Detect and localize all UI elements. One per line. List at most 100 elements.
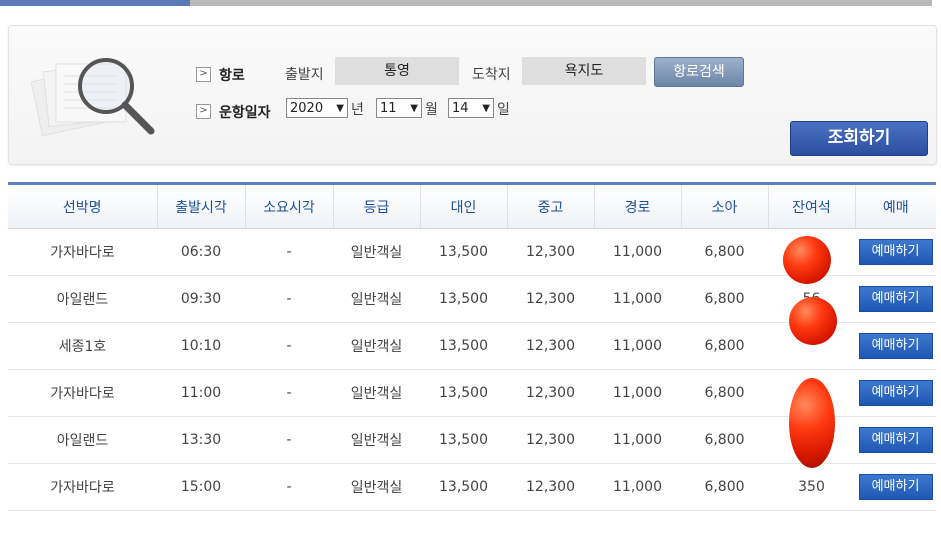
adult-fare: 13,500	[420, 369, 507, 417]
adult-fare: 13,500	[420, 322, 507, 370]
departure-field[interactable]: 통영	[335, 57, 459, 85]
book-button[interactable]: 예매하기	[858, 427, 933, 453]
book-button[interactable]: 예매하기	[858, 333, 933, 359]
booking-cell: 예매하기	[855, 463, 936, 511]
grade: 일반객실	[333, 228, 420, 276]
grade: 일반객실	[333, 463, 420, 511]
query-button[interactable]: 조회하기	[790, 121, 928, 156]
grade: 일반객실	[333, 322, 420, 370]
seats-left: 350	[768, 463, 855, 511]
senior-fare: 11,000	[594, 322, 681, 370]
arrival-label: 도착지	[472, 67, 511, 83]
departure-time: 09:30	[157, 275, 245, 323]
senior-fare: 11,000	[594, 228, 681, 276]
child-fare: 6,800	[681, 463, 768, 511]
senior-fare: 11,000	[594, 369, 681, 417]
departure-time: 13:30	[157, 416, 245, 464]
adult-fare: 13,500	[420, 275, 507, 323]
ship-name: 세종1호	[8, 322, 157, 370]
year-select[interactable]: 2020 ▼	[286, 98, 348, 118]
month-unit: 월	[425, 102, 438, 118]
day-select[interactable]: 14 ▼	[448, 98, 494, 118]
header-youth: 중고	[506, 182, 594, 229]
book-button[interactable]: 예매하기	[858, 286, 933, 312]
date-label: 운항일자	[219, 105, 271, 121]
duration: -	[245, 416, 333, 464]
child-fare: 6,800	[681, 228, 768, 276]
header-departure-time: 출발시각	[156, 182, 245, 229]
header-senior: 경로	[593, 182, 681, 229]
grade: 일반객실	[333, 369, 420, 417]
schedule-table: 선박명 출발시각 소요시각 등급 대인 중고 경로 소아 잔여석 예매 가자바다…	[8, 182, 936, 511]
table-row: 가자바다로 15:00 - 일반객실 13,500 12,300 11,000 …	[8, 463, 936, 511]
duration: -	[245, 322, 333, 370]
child-fare: 6,800	[681, 369, 768, 417]
red-ball-overlay	[783, 236, 831, 284]
departure-label: 출발지	[285, 67, 324, 83]
top-tab-active-indicator	[0, 0, 190, 6]
chevron-down-icon: ▼	[482, 103, 490, 114]
header-ship: 선박명	[8, 182, 157, 229]
book-button[interactable]: 예매하기	[858, 239, 933, 265]
grade: 일반객실	[333, 416, 420, 464]
child-fare: 6,800	[681, 275, 768, 323]
header-booking: 예매	[854, 182, 936, 229]
ship-name: 아일랜드	[8, 275, 157, 323]
booking-cell: 예매하기	[855, 228, 936, 276]
chevron-down-icon: ▼	[336, 103, 344, 114]
senior-fare: 11,000	[594, 275, 681, 323]
duration: -	[245, 463, 333, 511]
booking-cell: 예매하기	[855, 369, 936, 417]
day-value: 14	[452, 101, 469, 116]
duration: -	[245, 275, 333, 323]
youth-fare: 12,300	[507, 228, 594, 276]
departure-time: 11:00	[157, 369, 245, 417]
ship-name: 가자바다로	[8, 228, 157, 276]
child-fare: 6,800	[681, 322, 768, 370]
route-bullet-icon: >	[196, 67, 211, 82]
child-fare: 6,800	[681, 416, 768, 464]
header-duration: 소요시각	[244, 182, 333, 229]
youth-fare: 12,300	[507, 416, 594, 464]
senior-fare: 11,000	[594, 416, 681, 464]
ship-name: 가자바다로	[8, 369, 157, 417]
grade: 일반객실	[333, 275, 420, 323]
senior-fare: 11,000	[594, 463, 681, 511]
youth-fare: 12,300	[507, 463, 594, 511]
arrival-field[interactable]: 욕지도	[522, 57, 646, 85]
magnifier-documents-icon	[31, 58, 155, 137]
booking-cell: 예매하기	[855, 416, 936, 464]
chevron-down-icon: ▼	[410, 103, 418, 114]
youth-fare: 12,300	[507, 322, 594, 370]
header-grade: 등급	[332, 182, 420, 229]
youth-fare: 12,300	[507, 369, 594, 417]
booking-cell: 예매하기	[855, 322, 936, 370]
red-ball-overlay	[789, 297, 837, 345]
departure-time: 06:30	[157, 228, 245, 276]
route-search-button[interactable]: 항로검색	[654, 57, 744, 87]
month-value: 11	[380, 101, 397, 116]
book-button[interactable]: 예매하기	[858, 380, 933, 406]
table-header-row: 선박명 출발시각 소요시각 등급 대인 중고 경로 소아 잔여석 예매	[8, 182, 936, 229]
year-value: 2020	[290, 101, 324, 116]
month-select[interactable]: 11 ▼	[376, 98, 422, 118]
date-bullet-icon: >	[196, 104, 211, 119]
adult-fare: 13,500	[420, 228, 507, 276]
red-ball-overlay	[789, 378, 835, 468]
header-child: 소아	[680, 182, 768, 229]
adult-fare: 13,500	[420, 463, 507, 511]
ship-name: 아일랜드	[8, 416, 157, 464]
year-unit: 년	[351, 102, 364, 118]
header-seats: 잔여석	[767, 182, 855, 229]
book-button[interactable]: 예매하기	[858, 474, 933, 500]
day-unit: 일	[497, 102, 510, 118]
ship-name: 가자바다로	[8, 463, 157, 511]
header-adult: 대인	[419, 182, 507, 229]
top-tab-bar	[0, 0, 932, 6]
route-label: 항로	[219, 68, 245, 84]
youth-fare: 12,300	[507, 275, 594, 323]
adult-fare: 13,500	[420, 416, 507, 464]
search-panel: > 항로 출발지 통영 도착지 욕지도 항로검색 > 운항일자 2020 ▼ 년 …	[8, 25, 937, 165]
duration: -	[245, 228, 333, 276]
duration: -	[245, 369, 333, 417]
